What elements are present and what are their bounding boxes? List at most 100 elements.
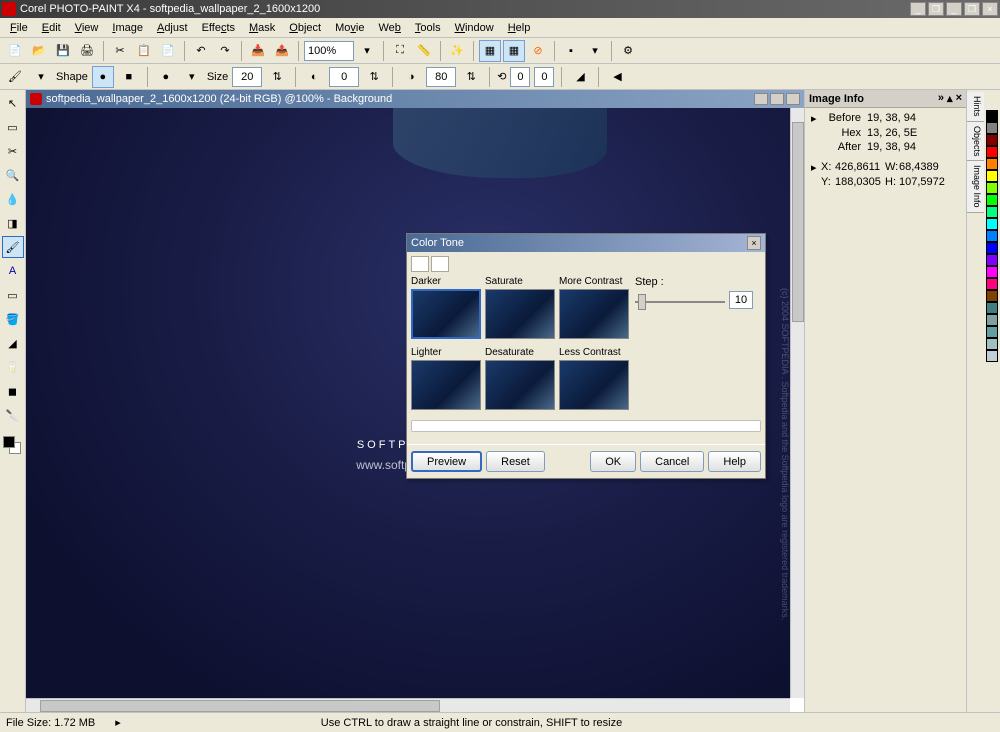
doc-restore[interactable] [770,93,784,105]
zoom-tool[interactable]: 🔍 [2,164,24,186]
palette-swatch-3[interactable] [986,146,998,158]
paste-button[interactable]: 📄 [157,40,179,62]
step-slider-knob[interactable] [638,294,646,310]
doc-close[interactable] [786,93,800,105]
palette-swatch-2[interactable] [986,134,998,146]
dialog-titlebar[interactable]: Color Tone × [407,234,765,252]
launcher-button[interactable]: ▪ [560,40,582,62]
save-button[interactable]: 💾 [52,40,74,62]
foreground-color-swatch[interactable] [3,436,15,448]
size-spinner[interactable]: ⇅ [266,66,288,88]
reset-button[interactable]: Reset [486,451,545,472]
eyedropper-tool[interactable]: 💧 [2,188,24,210]
interactive-fill-tool[interactable]: ◢ [2,332,24,354]
rotate-x-input[interactable] [510,67,530,87]
transparency-input[interactable] [329,67,359,87]
tab-objects[interactable]: Objects [967,122,984,162]
image-slicing-tool[interactable]: 🔪 [2,404,24,426]
print-button[interactable]: 🖨 [76,40,98,62]
feather-spinner[interactable]: ⇅ [460,66,482,88]
rotate-y-input[interactable] [534,67,554,87]
palette-swatch-20[interactable] [986,350,998,362]
menu-edit[interactable]: Edit [36,20,67,36]
mode-arrow-icon[interactable]: ▸ [115,716,121,729]
minimize-button[interactable]: _ [910,2,926,16]
cut-button[interactable]: ✂ [109,40,131,62]
step-slider[interactable] [635,292,725,312]
options-button[interactable]: ⚙ [617,40,639,62]
expand-arrow2-icon[interactable]: ▸ [811,161,821,174]
minimize2-button[interactable]: _ [946,2,962,16]
maximize-button[interactable]: ❐ [964,2,980,16]
shape-round[interactable]: ● [92,66,114,88]
color-swatch-pair[interactable] [3,436,23,456]
horizontal-scrollbar[interactable] [26,698,790,712]
clear-mask-button[interactable]: ⊘ [527,40,549,62]
new-button[interactable]: 📄 [4,40,26,62]
panel-close-icon[interactable]: × [956,92,962,105]
wand-button[interactable]: ✨ [446,40,468,62]
paint-tool[interactable]: 🖌 [2,236,24,258]
palette-swatch-0[interactable] [986,110,998,122]
dialog-close-button[interactable]: × [747,236,761,250]
transparency-spinner[interactable]: ⇅ [363,66,385,88]
step-input[interactable] [729,291,753,309]
menu-tools[interactable]: Tools [409,20,447,36]
palette-swatch-14[interactable] [986,278,998,290]
mask-overlay-button[interactable]: ▦ [479,40,501,62]
palette-swatch-10[interactable] [986,230,998,242]
text-tool[interactable]: A [2,260,24,282]
palette-swatch-11[interactable] [986,242,998,254]
nib-dropdown[interactable]: ▾ [181,66,203,88]
doc-minimize[interactable] [754,93,768,105]
shape-tool[interactable]: ▭ [2,284,24,306]
palette-swatch-1[interactable] [986,122,998,134]
palette-swatch-16[interactable] [986,302,998,314]
close-button[interactable]: × [982,2,998,16]
launcher-dropdown[interactable]: ▾ [584,40,606,62]
palette-swatch-7[interactable] [986,194,998,206]
vertical-scrollbar[interactable] [790,108,804,698]
brush-dropdown[interactable]: ▾ [30,66,52,88]
size-input[interactable] [232,67,262,87]
saturate-thumb[interactable] [485,289,555,339]
dialog-tab-2[interactable] [431,256,449,272]
image-info-header[interactable]: Image Info »▴× [805,90,966,108]
dialog-tab-1[interactable] [411,256,429,272]
menu-image[interactable]: Image [106,20,149,36]
menu-view[interactable]: View [69,20,105,36]
mask-marquee-button[interactable]: ▦ [503,40,525,62]
export-button[interactable]: 📤 [271,40,293,62]
antialiasing-button[interactable]: ◢ [569,66,591,88]
undo-button[interactable]: ↶ [190,40,212,62]
darker-thumb[interactable] [411,289,481,339]
nib-icon[interactable]: ● [155,66,177,88]
redo-button[interactable]: ↷ [214,40,236,62]
more-contrast-thumb[interactable] [559,289,629,339]
tab-hints[interactable]: Hints [967,92,984,122]
palette-swatch-18[interactable] [986,326,998,338]
palette-swatch-12[interactable] [986,254,998,266]
lighter-thumb[interactable] [411,360,481,410]
less-contrast-thumb[interactable] [559,360,629,410]
feather-icon[interactable]: ◑ [400,66,422,88]
expand-arrow-icon[interactable]: ▸ [811,112,821,125]
stroke-mask-button[interactable]: ◀ [606,66,628,88]
palette-swatch-8[interactable] [986,206,998,218]
palette-swatch-15[interactable] [986,290,998,302]
crop-tool[interactable]: ✂ [2,140,24,162]
open-button[interactable]: 📂 [28,40,50,62]
menu-web[interactable]: Web [372,20,406,36]
shape-square[interactable]: ■ [118,66,140,88]
eraser-tool[interactable]: ◨ [2,212,24,234]
cancel-button[interactable]: Cancel [640,451,704,472]
menu-effects[interactable]: Effects [196,20,241,36]
palette-swatch-6[interactable] [986,182,998,194]
help-button[interactable]: Help [708,451,761,472]
fullscreen-button[interactable]: ⛶ [389,40,411,62]
brush-preset[interactable]: 🖌 [4,66,26,88]
menu-object[interactable]: Object [283,20,327,36]
palette-swatch-4[interactable] [986,158,998,170]
copy-button[interactable]: 📋 [133,40,155,62]
panel-collapse-icon[interactable]: » [938,92,944,105]
